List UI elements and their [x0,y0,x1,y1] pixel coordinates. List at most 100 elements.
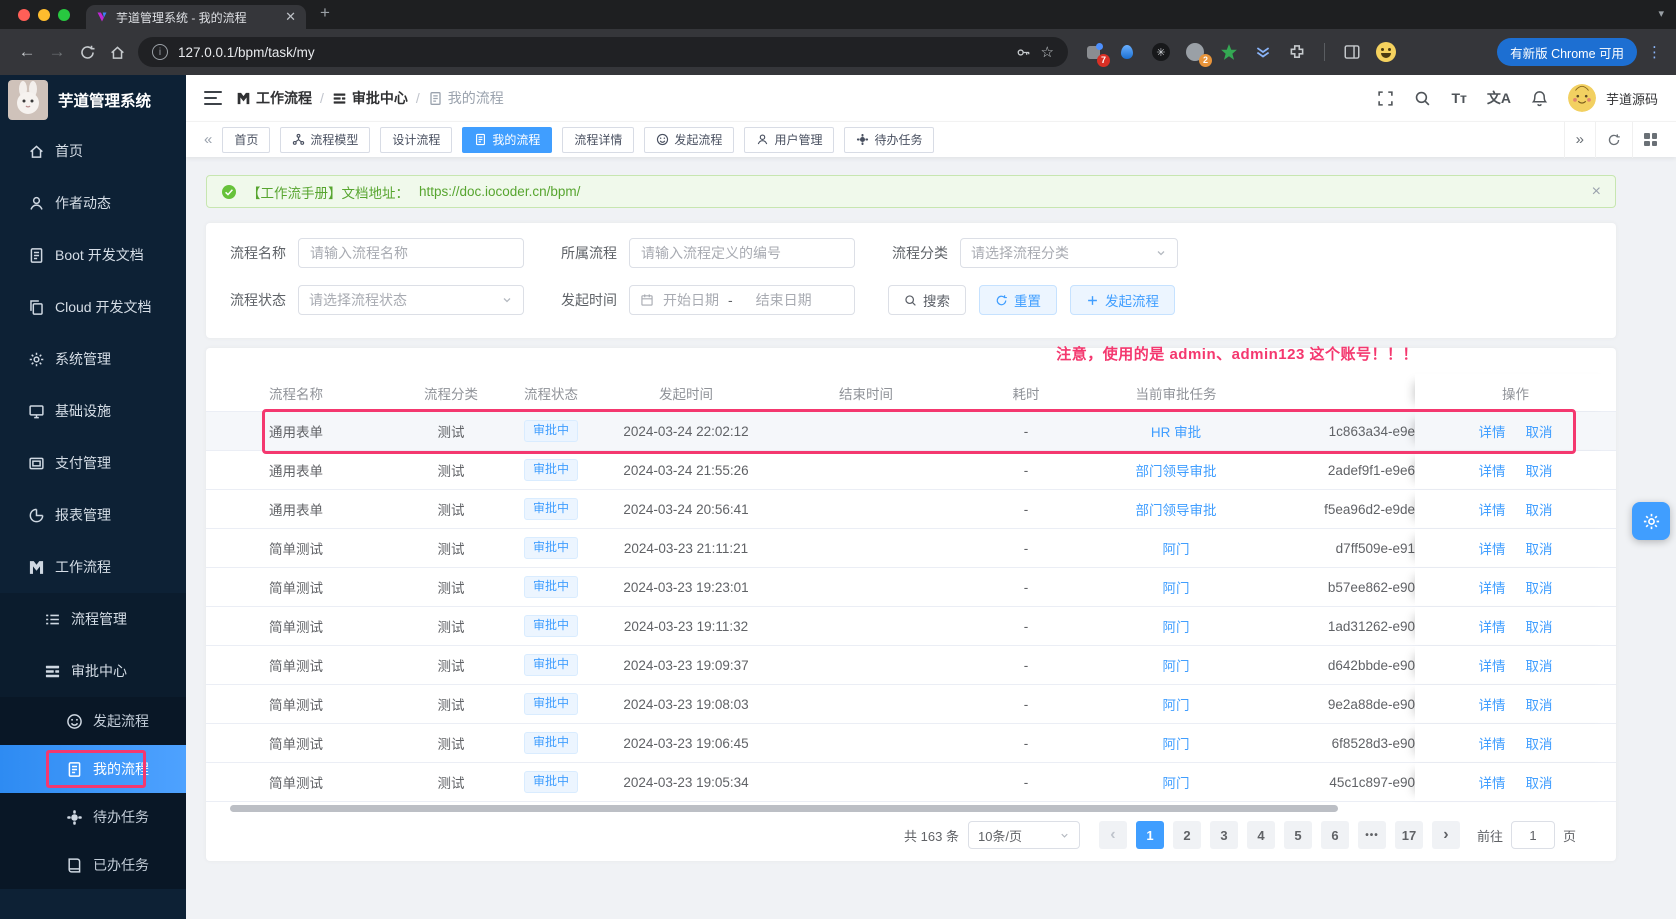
sidebar-item[interactable]: 流程管理 [0,593,186,645]
task-link[interactable]: 阿门 [1163,737,1190,752]
date-range-picker[interactable]: 开始日期 - 结束日期 [629,285,855,315]
sidebar-item[interactable]: 报表管理 [0,489,186,541]
page-tab[interactable]: 我的流程 [462,126,553,153]
create-process-button[interactable]: 发起流程 [1070,285,1175,315]
sidebar-item[interactable]: 审批中心 [0,645,186,697]
home-icon[interactable] [102,37,132,67]
task-link[interactable]: 阿门 [1163,659,1190,674]
reload-icon[interactable] [72,37,102,67]
sidebar-item[interactable]: 工作流程 [0,541,186,593]
notification-bell-icon[interactable] [1531,90,1548,107]
sidebar-item[interactable]: Cloud 开发文档 [0,281,186,333]
extension-icon[interactable] [1218,41,1240,63]
extension-icon[interactable] [1116,41,1138,63]
status-select[interactable]: 请选择流程状态 [298,285,524,315]
sidebar-item[interactable]: 我的流程 [0,745,186,793]
sidebar-item[interactable]: 待办任务 [0,793,186,841]
font-size-icon[interactable]: Tт [1451,90,1466,106]
address-bar[interactable]: i 127.0.0.1/bpm/task/my ☆ [138,37,1068,67]
cancel-link[interactable]: 取消 [1526,655,1553,675]
sidebar-item[interactable]: 已办任务 [0,841,186,889]
detail-link[interactable]: 详情 [1479,538,1506,558]
fullscreen-icon[interactable] [1377,90,1394,107]
chrome-update-button[interactable]: 有新版 Chrome 可用 [1497,38,1637,66]
detail-link[interactable]: 详情 [1479,499,1506,519]
task-link[interactable]: 阿门 [1163,581,1190,596]
detail-link[interactable]: 详情 [1479,772,1506,792]
scroll-left-icon[interactable]: « [194,131,222,148]
page-tab[interactable]: 流程模型 [280,126,371,153]
page-button[interactable]: 2 [1172,821,1201,849]
prev-page-button[interactable]: ‹ [1098,821,1127,849]
browser-tab[interactable]: 芋道管理系统 - 我的流程 ✕ [86,5,306,29]
forward-icon[interactable]: → [42,37,72,67]
sidebar-item[interactable]: Boot 开发文档 [0,229,186,281]
page-tab[interactable]: 流程详情 [562,126,635,153]
sidebar-item[interactable]: 发起流程 [0,697,186,745]
cancel-link[interactable]: 取消 [1526,694,1553,714]
extension-icon[interactable]: 2 [1184,41,1212,67]
task-link[interactable]: 阿门 [1163,542,1190,557]
breadcrumb-item[interactable]: 工作流程 [236,88,312,108]
scrollbar-thumb[interactable] [230,805,1338,812]
page-button[interactable]: 5 [1283,821,1312,849]
cancel-link[interactable]: 取消 [1526,733,1553,753]
scroll-right-icon[interactable]: » [1563,121,1595,158]
alert-close-icon[interactable]: × [1592,183,1601,201]
page-tab[interactable]: 用户管理 [744,126,835,153]
detail-link[interactable]: 详情 [1479,655,1506,675]
detail-link[interactable]: 详情 [1479,733,1506,753]
sidebar-item[interactable]: 作者动态 [0,177,186,229]
detail-link[interactable]: 详情 [1479,421,1506,441]
cancel-link[interactable]: 取消 [1526,460,1553,480]
breadcrumb-item[interactable]: 审批中心 [332,88,408,108]
zoom-window-button[interactable] [58,9,70,21]
tab-close-icon[interactable]: ✕ [285,9,296,25]
task-link[interactable]: HR 审批 [1151,425,1201,440]
sidebar-item[interactable]: 首页 [0,125,186,177]
extension-icon[interactable] [1252,41,1274,63]
next-page-button[interactable]: › [1431,821,1460,849]
cancel-link[interactable]: 取消 [1526,577,1553,597]
user-avatar[interactable] [1567,84,1596,112]
page-button[interactable]: 4 [1246,821,1275,849]
process-name-input[interactable] [298,238,524,268]
task-link[interactable]: 部门领导审批 [1136,503,1217,518]
page-button[interactable]: 17 [1394,821,1423,849]
reset-button[interactable]: 重置 [979,285,1057,315]
extension-icon[interactable]: 7 [1082,41,1110,67]
cancel-link[interactable]: 取消 [1526,772,1553,792]
page-button[interactable]: 1 [1135,821,1164,849]
profile-avatar-icon[interactable] [1375,41,1397,63]
sidebar-item[interactable]: 支付管理 [0,437,186,489]
category-select[interactable]: 请选择流程分类 [960,238,1178,268]
alert-link[interactable]: https://doc.iocoder.cn/bpm/ [419,184,580,199]
search-icon[interactable] [1414,90,1431,107]
page-tab[interactable]: 首页 [222,126,271,153]
page-tab[interactable]: 设计流程 [380,126,453,153]
close-window-button[interactable] [18,9,30,21]
password-manager-icon[interactable] [1016,45,1031,60]
tab-search-icon[interactable]: ▾ [1658,7,1664,20]
bookmark-star-icon[interactable]: ☆ [1041,43,1054,61]
back-icon[interactable]: ← [12,37,42,67]
page-tab[interactable]: 发起流程 [644,126,735,153]
sidebar-item[interactable]: 系统管理 [0,333,186,385]
cancel-link[interactable]: 取消 [1526,499,1553,519]
layout-grid-icon[interactable] [1632,121,1668,158]
locale-icon[interactable]: 文A [1487,88,1511,108]
site-info-icon[interactable]: i [152,44,168,60]
sidebar-item[interactable]: 基础设施 [0,385,186,437]
cancel-link[interactable]: 取消 [1526,616,1553,636]
goto-page-input[interactable] [1510,821,1555,849]
task-link[interactable]: 部门领导审批 [1136,464,1217,479]
new-tab-button[interactable]: + [320,3,330,23]
cancel-link[interactable]: 取消 [1526,421,1553,441]
more-pages-button[interactable]: ••• [1357,821,1386,849]
logo[interactable]: 芋道管理系统 [0,75,186,125]
task-link[interactable]: 阿门 [1163,698,1190,713]
detail-link[interactable]: 详情 [1479,577,1506,597]
page-button[interactable]: 3 [1209,821,1238,849]
detail-link[interactable]: 详情 [1479,616,1506,636]
page-tab[interactable]: 待办任务 [844,126,935,153]
